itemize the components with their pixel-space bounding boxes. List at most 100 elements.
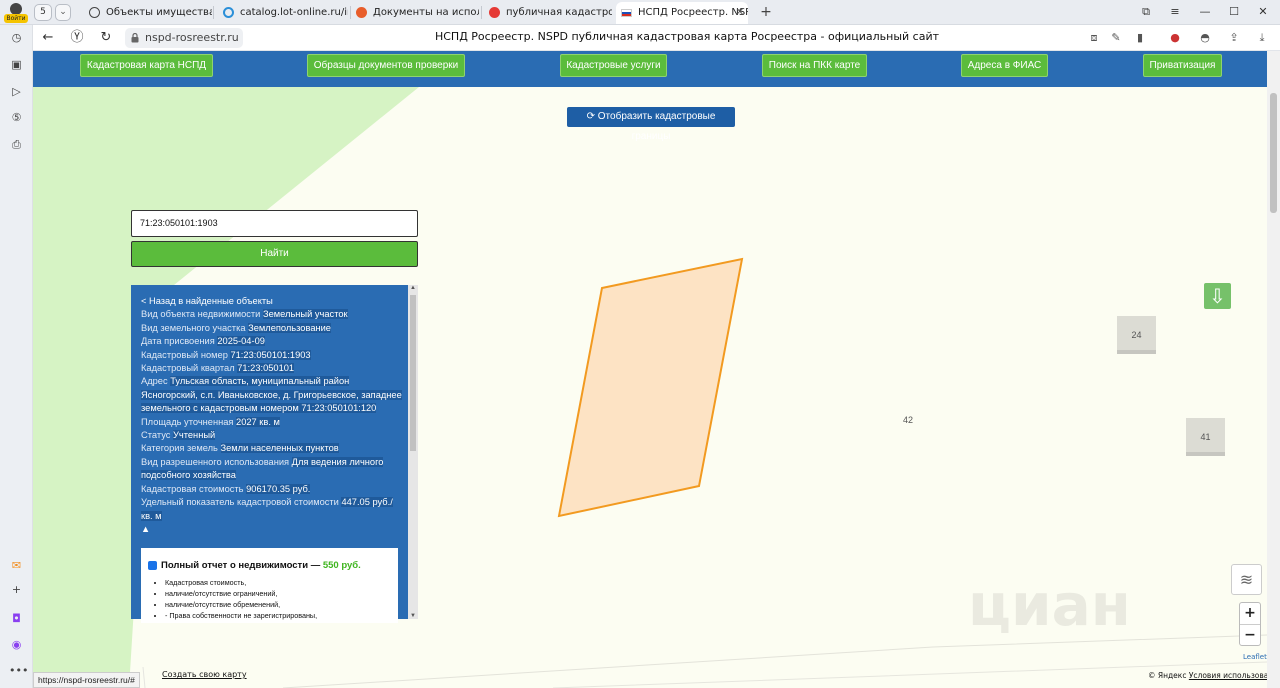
yandex-search-icon[interactable]: Ⓨ bbox=[68, 29, 86, 47]
url-text: nspd-rosreestr.ru bbox=[145, 31, 239, 44]
refresh-icon: ⟳ bbox=[586, 111, 595, 122]
maximize-icon[interactable]: ☐ bbox=[1225, 3, 1243, 21]
share-icon[interactable]: ⇪ bbox=[1226, 30, 1242, 46]
browser-tab-bar: Войти 5 ⌄ Объекты имущества - ф catalog.… bbox=[0, 0, 1280, 25]
lock-icon bbox=[131, 33, 139, 43]
reader-icon[interactable]: ✎ bbox=[1108, 30, 1124, 46]
web-page: Кадастровая карта НСПД Образцы документо… bbox=[33, 51, 1280, 688]
arrow-down-icon[interactable]: ⇩ bbox=[1204, 283, 1231, 309]
scroll-up-icon[interactable]: ▲ bbox=[409, 285, 417, 291]
info-row: Вид земельного участка Землепользование bbox=[141, 322, 331, 333]
info-row: Кадастровая стоимость 906170.35 руб. bbox=[141, 483, 311, 494]
profile-button[interactable]: Войти bbox=[4, 2, 28, 24]
add-icon[interactable]: + bbox=[9, 582, 24, 597]
list-item: Кадастровая стоимость, bbox=[165, 577, 317, 588]
address-bar: ← Ⓨ ↻ nspd-rosreestr.ru НСПД Росреестр. … bbox=[0, 25, 1280, 51]
url-field[interactable]: nspd-rosreestr.ru bbox=[125, 28, 243, 48]
map-copyright: © Яндекс Условия использования bbox=[1148, 671, 1280, 680]
more-icon[interactable]: ••• bbox=[9, 663, 28, 678]
tab-label: НСПД Росреестр. NSP bbox=[638, 7, 748, 18]
hat-extension-icon[interactable]: ◓ bbox=[1197, 30, 1213, 46]
cian-watermark: циан bbox=[968, 571, 1131, 639]
collapse-toggle[interactable]: ▲ bbox=[141, 523, 403, 536]
nav-privatization[interactable]: Приватизация bbox=[1143, 54, 1222, 77]
arrow-circle-icon bbox=[89, 7, 100, 18]
layers-icon[interactable]: ≋ bbox=[1231, 564, 1262, 595]
info-panel-scrollbar[interactable]: ▲ ▼ bbox=[408, 285, 418, 619]
info-row: Вид объекта недвижимости Земельный участ… bbox=[141, 309, 348, 320]
alice-icon[interactable]: ◉ bbox=[9, 637, 24, 652]
play-icon[interactable]: ▷ bbox=[9, 84, 24, 99]
report-items-list: Кадастровая стоимость, наличие/отсутстви… bbox=[165, 577, 317, 621]
map-label-42: 42 bbox=[902, 415, 913, 425]
land-parcel-polygon[interactable] bbox=[557, 257, 744, 518]
back-icon[interactable]: ← bbox=[39, 29, 57, 47]
screenshot-icon[interactable]: ⎙ bbox=[9, 137, 24, 152]
tab-catalog[interactable]: catalog.lot-online.ru/inde bbox=[218, 2, 348, 24]
nav-document-samples[interactable]: Образцы документов проверки bbox=[307, 54, 465, 77]
scrollbar-thumb[interactable] bbox=[1270, 93, 1277, 213]
minimize-icon[interactable]: — bbox=[1196, 3, 1214, 21]
object-info-text: < Назад в найденные объекты Вид объекта … bbox=[141, 295, 403, 536]
create-map-link[interactable]: Создать свою карту bbox=[162, 670, 247, 679]
chevron-down-icon[interactable]: ⌄ bbox=[55, 4, 71, 21]
tab-documents[interactable]: Документы на исполнен bbox=[351, 2, 479, 24]
tab-objects[interactable]: Объекты имущества - ф bbox=[84, 2, 212, 24]
window-close-icon[interactable]: ✕ bbox=[1254, 3, 1272, 21]
zoom-in-button[interactable]: + bbox=[1240, 603, 1260, 624]
mail-icon[interactable]: ✉ bbox=[9, 558, 24, 573]
history-icon[interactable]: ◷ bbox=[9, 30, 24, 45]
tab-count-button[interactable]: 5 bbox=[34, 4, 52, 21]
profile-label: Войти bbox=[4, 14, 28, 23]
tab-label: Документы на исполнен bbox=[373, 7, 479, 18]
report-checkbox[interactable] bbox=[148, 561, 157, 570]
nav-cadastral-map[interactable]: Кадастровая карта НСПД bbox=[80, 54, 213, 77]
full-report-offer: Полный отчет о недвижимости — 550 руб. К… bbox=[141, 548, 398, 623]
show-cadastral-borders-button[interactable]: ⟳ Отобразить кадастровые границы bbox=[567, 107, 735, 142]
scroll-down-icon[interactable]: ▼ bbox=[409, 613, 417, 619]
reload-icon[interactable]: ↻ bbox=[97, 29, 115, 47]
info-row: Площадь уточненная 2027 кв. м bbox=[141, 416, 280, 427]
new-tab-button[interactable]: + bbox=[759, 2, 773, 22]
page-scrollbar[interactable] bbox=[1267, 51, 1280, 688]
tab-nspd[interactable]: НСПД Росреестр. NSP ✕ bbox=[616, 2, 748, 24]
info-row: Дата присвоения 2025-04-09 bbox=[141, 336, 265, 347]
info-row: Адрес Тульская область, муниципальный ра… bbox=[141, 376, 402, 414]
back-to-results-link[interactable]: < Назад в найденные объекты bbox=[141, 295, 403, 308]
translate-icon[interactable]: ⧈ bbox=[1086, 30, 1102, 46]
site-nav-bar: Кадастровая карта НСПД Образцы документо… bbox=[33, 51, 1267, 87]
russia-flag-icon bbox=[621, 9, 632, 17]
list-item: наличие/отсутствие ограничений, bbox=[165, 588, 317, 599]
bookmarks-icon[interactable]: ⧉ bbox=[1137, 3, 1155, 21]
download-icon[interactable]: ⤓ bbox=[1254, 30, 1270, 46]
zoom-control: + − bbox=[1239, 602, 1261, 646]
close-icon[interactable]: ✕ bbox=[736, 2, 744, 24]
menu-icon[interactable]: ≡ bbox=[1166, 3, 1184, 21]
status-url-tooltip: https://nspd-rosreestr.ru/# bbox=[33, 672, 140, 688]
alice-app-icon[interactable]: ◘ bbox=[9, 611, 24, 626]
site-icon bbox=[356, 7, 367, 18]
scrollbar-thumb[interactable] bbox=[410, 295, 416, 451]
extension-icon[interactable]: ● bbox=[1167, 30, 1183, 46]
collections-icon[interactable]: ▣ bbox=[9, 57, 24, 72]
tab-label: catalog.lot-online.ru/inde bbox=[240, 7, 348, 18]
nav-pkk-search[interactable]: Поиск на ПКК карте bbox=[762, 54, 867, 77]
leaflet-attribution-link[interactable]: Leaflet bbox=[1243, 653, 1267, 661]
cadastral-search-input[interactable]: 71:23:050101:1903 bbox=[131, 210, 418, 237]
info-row: Статус Учтенный bbox=[141, 430, 216, 441]
nav-fias-addresses[interactable]: Адреса в ФИАС bbox=[961, 54, 1048, 77]
info-row: Кадастровый квартал 71:23:050101 bbox=[141, 363, 295, 374]
yandex-icon bbox=[489, 7, 500, 18]
info-row: Вид разрешенного использования Для веден… bbox=[141, 456, 384, 481]
tab-label: публичная кадастровая bbox=[506, 7, 612, 18]
nav-cadastral-services[interactable]: Кадастровые услуги bbox=[560, 54, 667, 77]
five-icon[interactable]: ⑤ bbox=[9, 110, 24, 125]
lot-online-icon bbox=[223, 7, 234, 18]
find-button[interactable]: Найти bbox=[131, 241, 418, 267]
zoom-out-button[interactable]: − bbox=[1240, 624, 1260, 645]
bookmark-icon[interactable]: ▮ bbox=[1132, 30, 1148, 46]
map-tile-label-24: 24 bbox=[1117, 316, 1156, 354]
report-price: 550 руб. bbox=[322, 560, 361, 571]
tab-yandex-search[interactable]: публичная кадастровая bbox=[484, 2, 612, 24]
tab-label: Объекты имущества - ф bbox=[106, 7, 212, 18]
